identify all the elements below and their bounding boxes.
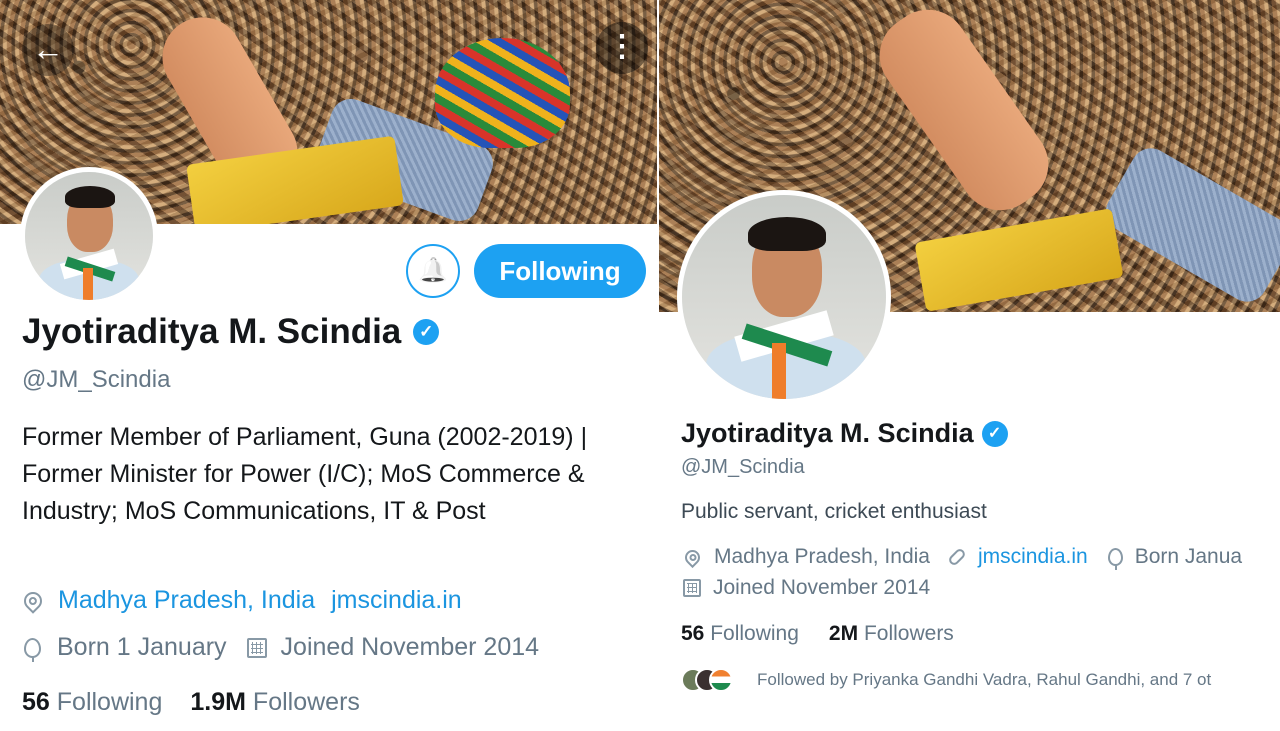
following-label: Following [56, 688, 163, 716]
profile-name: Jyotiraditya M. Scindia ✓ [681, 418, 1008, 449]
followers-count: 1.9M [190, 688, 246, 716]
following-label: Following [710, 622, 799, 645]
verified-badge-icon: ✓ [981, 420, 1008, 447]
profile-name-text: Jyotiraditya M. Scindia [22, 312, 402, 351]
following-stat[interactable]: 56 Following [22, 688, 162, 717]
balloon-icon [1107, 548, 1123, 570]
profile-panel-mobile: ← ⋮ 🔔 Following Jyotiraditya M. Scindia … [0, 0, 657, 731]
followed-by-avatars[interactable] [681, 668, 733, 692]
profile-bio: Former Member of Parliament, Guna (2002-… [22, 423, 588, 525]
joined-text: Joined November 2014 [280, 633, 540, 661]
followers-label: Followers [863, 622, 954, 645]
following-stat[interactable]: 56 Following [681, 622, 799, 646]
link-icon [947, 547, 967, 567]
website-link[interactable]: jmscindia.in [331, 586, 462, 615]
following-button[interactable]: Following [474, 244, 646, 298]
profile-meta-row-2: Born 1 January Joined November 2014 [24, 633, 539, 662]
profile-stats: 56 Following 1.9M Followers [22, 688, 360, 717]
birthday: Born Janua [1107, 545, 1243, 570]
avatar[interactable] [20, 167, 158, 305]
followers-stat[interactable]: 2M Followers [829, 622, 954, 646]
followers-stat[interactable]: 1.9M Followers [190, 688, 360, 717]
followed-by-text[interactable]: Followed by Priyanka Gandhi Vadra, Rahul… [757, 670, 1211, 690]
profile-meta-row-1: Madhya Pradesh, India jmscindia.in Born … [681, 545, 1243, 570]
joined: Joined November 2014 [683, 576, 930, 600]
joined: Joined November 2014 [246, 633, 540, 662]
calendar-icon [683, 579, 701, 597]
profile-panel-desktop: Jyotiraditya M. Scindia ✓ @JM_Scindia Pu… [659, 0, 1280, 731]
profile-stats: 56 Following 2M Followers [681, 622, 954, 646]
website-link[interactable]: jmscindia.in [978, 545, 1088, 569]
followers-count: 2M [828, 622, 859, 645]
birthday-text: Born 1 January [57, 633, 227, 661]
profile-name-text: Jyotiraditya M. Scindia [681, 418, 974, 448]
more-options-icon: ⋮ [607, 30, 637, 63]
profile-name: Jyotiraditya M. Scindia ✓ [22, 312, 440, 352]
following-count: 56 [681, 622, 705, 645]
location-text[interactable]: Madhya Pradesh, India [58, 586, 315, 615]
birthday-text: Born Janua [1134, 545, 1243, 568]
avatar[interactable] [677, 190, 891, 404]
more-options-button[interactable]: ⋮ [596, 22, 648, 74]
profile-bio: Public servant, cricket enthusiast [681, 500, 987, 523]
location: Madhya Pradesh, India [681, 545, 930, 569]
profile-handle: @JM_Scindia [681, 456, 805, 478]
website[interactable]: jmscindia.in [331, 586, 462, 615]
location-text: Madhya Pradesh, India [714, 545, 930, 568]
location: Madhya Pradesh, India [20, 586, 315, 615]
balloon-icon [24, 637, 41, 662]
back-arrow-icon: ← [32, 31, 64, 67]
followers-label: Followers [252, 688, 360, 716]
profile-meta-row-2: Joined November 2014 [683, 576, 930, 600]
profile-meta-row-1: Madhya Pradesh, India jmscindia.in [20, 586, 462, 615]
verified-badge-icon: ✓ [413, 319, 440, 345]
location-pin-icon [681, 546, 704, 568]
location-pin-icon [20, 587, 46, 614]
back-button[interactable]: ← [22, 24, 74, 76]
profile-handle: @JM_Scindia [22, 366, 171, 393]
notifications-bell-button[interactable]: 🔔 [406, 244, 460, 298]
bell-icon: 🔔 [418, 257, 448, 284]
calendar-icon [246, 637, 267, 658]
birthday: Born 1 January [24, 633, 227, 662]
following-count: 56 [22, 688, 50, 716]
joined-text: Joined November 2014 [713, 576, 931, 599]
website[interactable]: jmscindia.in [947, 545, 1088, 569]
